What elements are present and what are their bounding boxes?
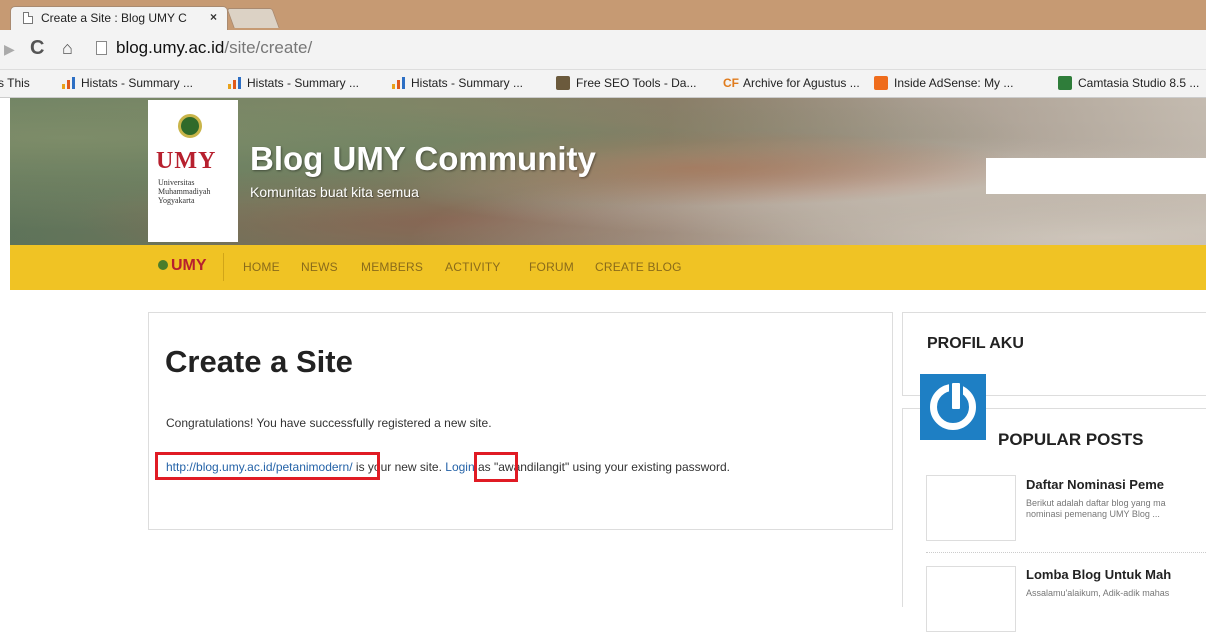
nav-logo[interactable]: UMY [158, 257, 207, 275]
page-icon [23, 12, 33, 24]
umy-dot-icon [158, 260, 168, 270]
umy-seal-icon [178, 114, 202, 138]
page-icon [96, 41, 107, 55]
bar-chart-icon [392, 77, 406, 89]
bookmark-item[interactable]: s This [0, 76, 30, 90]
tab-strip: Create a Site : Blog UMY C × [0, 0, 1206, 30]
trash-bin-icon [556, 76, 570, 90]
post-thumbnail[interactable] [926, 566, 1016, 632]
highlight-box-login [474, 452, 518, 482]
logo-subtitle: Universitas Muhammadiyah Yogyakarta [158, 178, 211, 205]
profile-heading: PROFIL AKU [927, 335, 1024, 352]
post-divider [926, 552, 1206, 553]
address-bar[interactable]: blog.umy.ac.id/site/create/ [116, 38, 312, 58]
bookmark-item[interactable]: Inside AdSense: My ... [874, 76, 1013, 90]
nav-forum[interactable]: FORUM [529, 260, 574, 274]
post-title[interactable]: Daftar Nominasi Peme [1026, 477, 1164, 492]
nav-create-blog[interactable]: CREATE BLOG [595, 260, 682, 274]
new-tab-button[interactable] [226, 8, 280, 28]
cf-icon: CF [723, 76, 739, 90]
bookmark-item[interactable]: Histats - Summary ... [62, 76, 193, 90]
page-title: Create a Site [165, 344, 353, 379]
browser-tab[interactable]: Create a Site : Blog UMY C × [10, 6, 228, 30]
gravatar-icon[interactable] [920, 374, 986, 440]
login-link[interactable]: Login [445, 460, 474, 474]
post-title[interactable]: Lomba Blog Untuk Mah [1026, 567, 1171, 582]
tab-title: Create a Site : Blog UMY C [41, 11, 187, 25]
blogger-icon [874, 76, 888, 90]
search-input[interactable] [986, 158, 1206, 194]
nav-home[interactable]: HOME [243, 260, 280, 274]
site-tagline: Komunitas buat kita semua [250, 184, 419, 200]
nav-news[interactable]: NEWS [301, 260, 338, 274]
bookmark-item[interactable]: Histats - Summary ... [392, 76, 523, 90]
bookmarks-bar: s This Histats - Summary ... Histats - S… [0, 70, 1206, 98]
highlight-box-site-link [155, 452, 380, 480]
nav-members[interactable]: MEMBERS [361, 260, 423, 274]
site-logo[interactable]: UMY Universitas Muhammadiyah Yogyakarta [148, 100, 238, 242]
camtasia-icon [1058, 76, 1072, 90]
bookmark-item[interactable]: Camtasia Studio 8.5 ... [1058, 76, 1199, 90]
post-thumbnail[interactable] [926, 475, 1016, 541]
nav-activity[interactable]: ACTIVITY [445, 260, 501, 274]
home-icon[interactable]: ⌂ [62, 38, 73, 59]
popular-posts-heading: POPULAR POSTS [998, 430, 1144, 449]
bookmark-item[interactable]: Histats - Summary ... [228, 76, 359, 90]
url-path: /site/create/ [224, 38, 313, 57]
post-excerpt: Berikut adalah daftar blog yang ma nomina… [1026, 498, 1166, 519]
nav-divider [223, 253, 224, 281]
post-excerpt: Assalamu'alaikum, Adik-adik mahas [1026, 588, 1170, 598]
bar-chart-icon [228, 77, 242, 89]
tab-close-icon[interactable]: × [210, 10, 217, 24]
logo-text: UMY [156, 148, 217, 174]
site-title[interactable]: Blog UMY Community [250, 140, 596, 178]
success-message: Congratulations! You have successfully r… [166, 416, 492, 430]
bar-chart-icon [62, 77, 76, 89]
bookmark-item[interactable]: CF Archive for Agustus ... [723, 76, 860, 90]
url-host: blog.umy.ac.id [116, 38, 225, 57]
reload-icon[interactable]: C [30, 37, 44, 60]
browser-toolbar: ▶ C ⌂ blog.umy.ac.id/site/create/ [0, 30, 1206, 70]
forward-icon[interactable]: ▶ [4, 41, 15, 58]
bookmark-item[interactable]: Free SEO Tools - Da... [556, 76, 697, 90]
